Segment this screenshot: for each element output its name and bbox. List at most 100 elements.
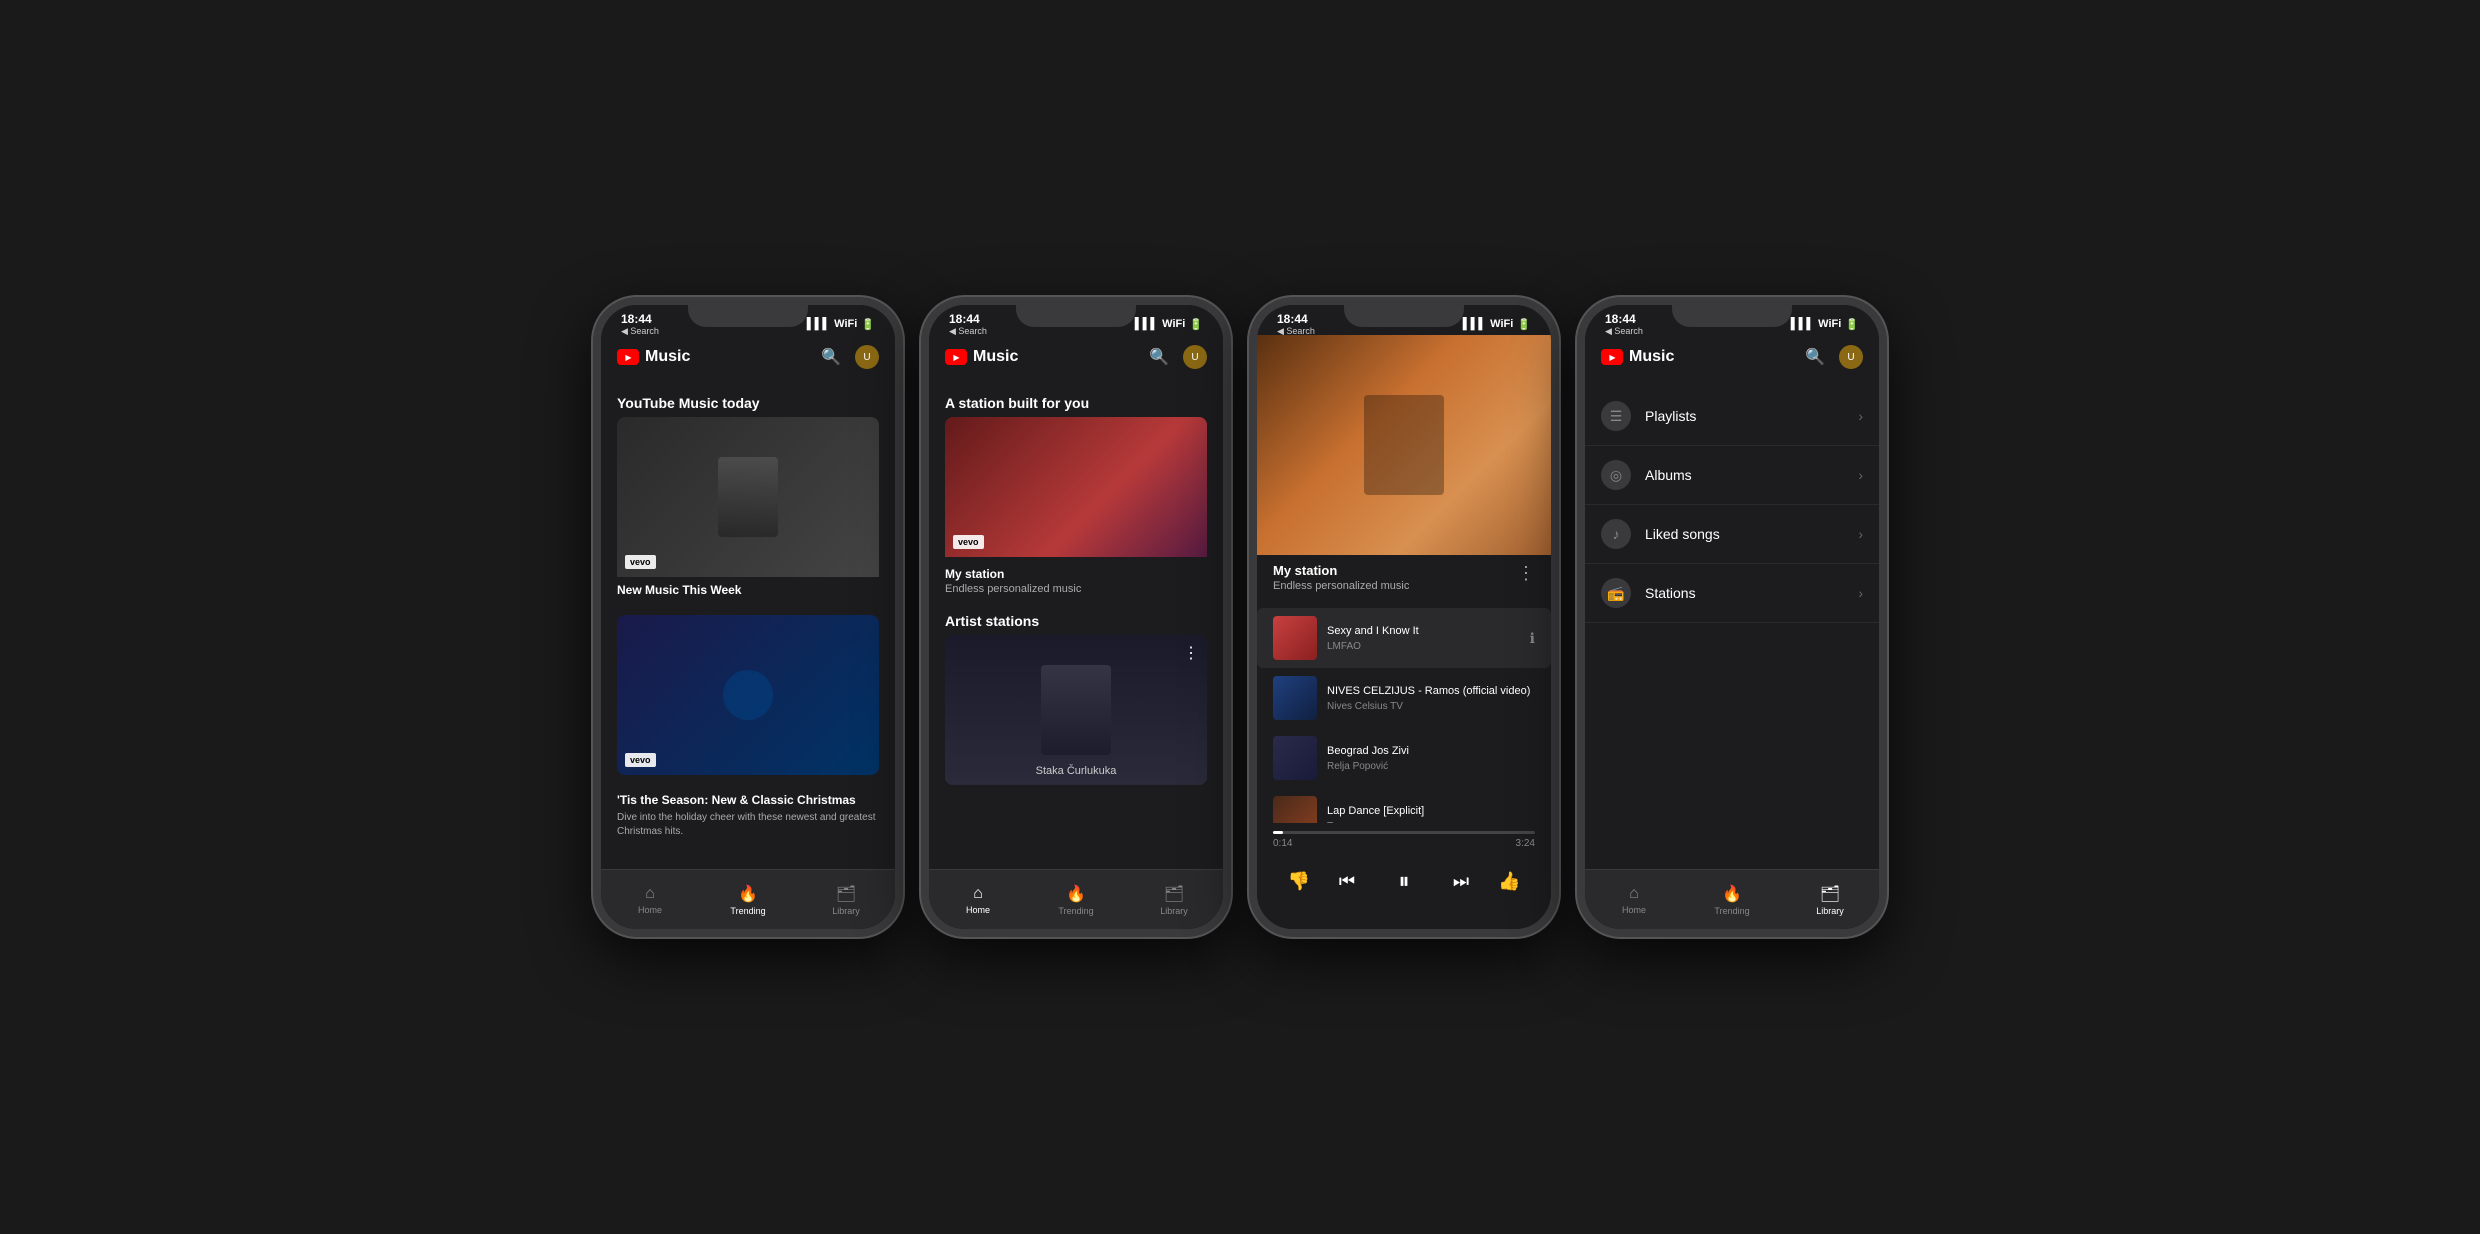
vevo-badge-2: vevo bbox=[625, 753, 656, 767]
playlists-icon-symbol: ☰ bbox=[1610, 408, 1623, 425]
artist-section-title: Artist stations bbox=[929, 605, 1223, 635]
player-station-sub: Endless personalized music bbox=[1273, 580, 1409, 592]
prev-btn[interactable]: ⏮ bbox=[1339, 871, 1355, 892]
phone-4: 18:44 ◀ Search ▌▌▌ WiFi 🔋 Music 🔍 U bbox=[1577, 297, 1887, 937]
wifi-icon-2: WiFi bbox=[1162, 318, 1185, 330]
section-title-1: YouTube Music today bbox=[601, 387, 895, 417]
play-pause-btn[interactable]: ⏸ bbox=[1384, 861, 1424, 901]
library-label-1: Library bbox=[832, 906, 860, 916]
library-playlists[interactable]: ☰ Playlists › bbox=[1585, 387, 1879, 446]
logo-area-1: Music bbox=[617, 348, 690, 366]
battery-icon-1: 🔋 bbox=[861, 318, 875, 331]
nav-library-1[interactable]: 🗂 Library bbox=[797, 884, 895, 916]
library-liked-songs[interactable]: ♪ Liked songs › bbox=[1585, 505, 1879, 564]
home-icon-1: ⌂ bbox=[645, 885, 655, 903]
search-icon-4[interactable]: 🔍 bbox=[1805, 347, 1825, 367]
status-bar-1: 18:44 ◀ Search ▌▌▌ WiFi 🔋 bbox=[601, 305, 895, 335]
song-title-2: Beograd Jos Zivi bbox=[1327, 744, 1535, 758]
nav-trending-2[interactable]: 🔥 Trending bbox=[1027, 884, 1125, 916]
song-artist-1: Nives Celsius TV bbox=[1327, 701, 1535, 712]
avatar-2[interactable]: U bbox=[1183, 345, 1207, 369]
phone-3-content: Sexy and I Know It LMFAO ℹ NIVES CELZIJU… bbox=[1257, 600, 1551, 823]
stations-chevron: › bbox=[1858, 585, 1863, 601]
nav-library-2[interactable]: 🗂 Library bbox=[1125, 884, 1223, 916]
youtube-logo-1 bbox=[617, 349, 639, 365]
card-new-music[interactable]: vevo New Music This Week bbox=[617, 417, 879, 603]
nav-trending-1[interactable]: 🔥 Trending bbox=[699, 884, 797, 916]
song-artist-0: LMFAO bbox=[1327, 641, 1520, 652]
trending-label-4: Trending bbox=[1714, 906, 1749, 916]
progress-bar[interactable] bbox=[1273, 831, 1535, 834]
search-icon-1[interactable]: 🔍 bbox=[821, 347, 841, 367]
battery-icon-2: 🔋 bbox=[1189, 318, 1203, 331]
trending-icon-1: 🔥 bbox=[738, 884, 758, 904]
thumbs-down-btn[interactable]: 👎 bbox=[1287, 871, 1309, 892]
bottom-nav-1: ⌂ Home 🔥 Trending 🗂 Library bbox=[601, 869, 895, 929]
home-label-1: Home bbox=[638, 905, 662, 915]
progress-area: 0:14 3:24 bbox=[1257, 823, 1551, 853]
section-title-2: A station built for you bbox=[929, 387, 1223, 417]
home-label-2: Home bbox=[966, 905, 990, 915]
vevo-badge-1: vevo bbox=[625, 555, 656, 569]
signal-icon-4: ▌▌▌ bbox=[1791, 318, 1814, 330]
nav-home-2[interactable]: ⌂ Home bbox=[929, 885, 1027, 915]
song-item-0[interactable]: Sexy and I Know It LMFAO ℹ bbox=[1257, 608, 1551, 668]
next-btn[interactable]: ⏭ bbox=[1453, 871, 1469, 892]
status-bar-4: 18:44 ◀ Search ▌▌▌ WiFi 🔋 bbox=[1585, 305, 1879, 335]
trending-icon-4: 🔥 bbox=[1722, 884, 1742, 904]
my-station-card[interactable]: vevo My station Endless personalized mus… bbox=[945, 417, 1207, 599]
progress-fill bbox=[1273, 831, 1283, 834]
liked-songs-icon: ♪ bbox=[1601, 519, 1631, 549]
stations-icon: 📻 bbox=[1601, 578, 1631, 608]
status-bar-2: 18:44 ◀ Search ▌▌▌ WiFi 🔋 bbox=[929, 305, 1223, 335]
artist-card[interactable]: ⋮ Staka Čurlukuka bbox=[945, 635, 1207, 785]
time-4: 18:44 bbox=[1605, 312, 1643, 326]
phone-2-content: A station built for you vevo My station … bbox=[929, 379, 1223, 869]
song-info-3: Lap Dance [Explicit] Tyga bbox=[1327, 804, 1535, 823]
nav-library-4[interactable]: 🗂 Library bbox=[1781, 884, 1879, 916]
song-info-icon-0[interactable]: ℹ bbox=[1530, 630, 1535, 647]
albums-icon-symbol: ◎ bbox=[1610, 467, 1622, 484]
song-info-1: NIVES CELZIJUS - Ramos (official video) … bbox=[1327, 684, 1535, 711]
card-image-1: vevo bbox=[617, 417, 879, 577]
player-now-playing: My station Endless personalized music ⋮ bbox=[1257, 555, 1551, 600]
phone-1: 18:44 ◀ Search ▌▌▌ WiFi 🔋 Music 🔍 U bbox=[593, 297, 903, 937]
player-menu-btn[interactable]: ⋮ bbox=[1517, 563, 1535, 584]
library-stations[interactable]: 📻 Stations › bbox=[1585, 564, 1879, 623]
search-icon-2[interactable]: 🔍 bbox=[1149, 347, 1169, 367]
home-icon-2: ⌂ bbox=[973, 885, 983, 903]
signal-icon-3: ▌▌▌ bbox=[1463, 318, 1486, 330]
home-label-4: Home bbox=[1622, 905, 1646, 915]
artist-card-menu[interactable]: ⋮ bbox=[1183, 643, 1199, 663]
song-item-3[interactable]: Lap Dance [Explicit] Tyga bbox=[1257, 788, 1551, 823]
signal-icon-2: ▌▌▌ bbox=[1135, 318, 1158, 330]
avatar-1[interactable]: U bbox=[855, 345, 879, 369]
song-artist-2: Relja Popović bbox=[1327, 761, 1535, 772]
nav-trending-4[interactable]: 🔥 Trending bbox=[1683, 884, 1781, 916]
avatar-4[interactable]: U bbox=[1839, 345, 1863, 369]
battery-icon-4: 🔋 bbox=[1845, 318, 1859, 331]
nav-home-4[interactable]: ⌂ Home bbox=[1585, 885, 1683, 915]
phone-1-content: YouTube Music today vevo New Music This … bbox=[601, 379, 895, 869]
nav-home-1[interactable]: ⌂ Home bbox=[601, 885, 699, 915]
song-item-1[interactable]: NIVES CELZIJUS - Ramos (official video) … bbox=[1257, 668, 1551, 728]
library-albums[interactable]: ◎ Albums › bbox=[1585, 446, 1879, 505]
song-item-2[interactable]: Beograd Jos Zivi Relja Popović bbox=[1257, 728, 1551, 788]
wifi-icon-1: WiFi bbox=[834, 318, 857, 330]
card-christmas[interactable]: vevo bbox=[617, 615, 879, 775]
bottom-nav-4: ⌂ Home 🔥 Trending 🗂 Library bbox=[1585, 869, 1879, 929]
logo-area-4: Music bbox=[1601, 348, 1674, 366]
header-actions-2: 🔍 U bbox=[1149, 345, 1207, 369]
player-bg bbox=[1257, 335, 1551, 555]
youtube-logo-4 bbox=[1601, 349, 1623, 365]
station-title: My station bbox=[945, 561, 1207, 583]
thumbs-up-btn[interactable]: 👍 bbox=[1498, 871, 1520, 892]
progress-current: 0:14 bbox=[1273, 838, 1292, 849]
library-icon-4: 🗂 bbox=[1820, 884, 1840, 904]
phone-4-content: ☰ Playlists › ◎ Albums › ♪ Liked so bbox=[1585, 379, 1879, 869]
battery-icon-3: 🔋 bbox=[1517, 318, 1531, 331]
christmas-card-text: 'Tis the Season: New & Classic Christmas… bbox=[601, 787, 895, 851]
status-bar-3: 18:44 ◀ Search ▌▌▌ WiFi 🔋 bbox=[1257, 305, 1551, 335]
liked-songs-label: Liked songs bbox=[1645, 526, 1858, 542]
progress-times: 0:14 3:24 bbox=[1273, 838, 1535, 849]
